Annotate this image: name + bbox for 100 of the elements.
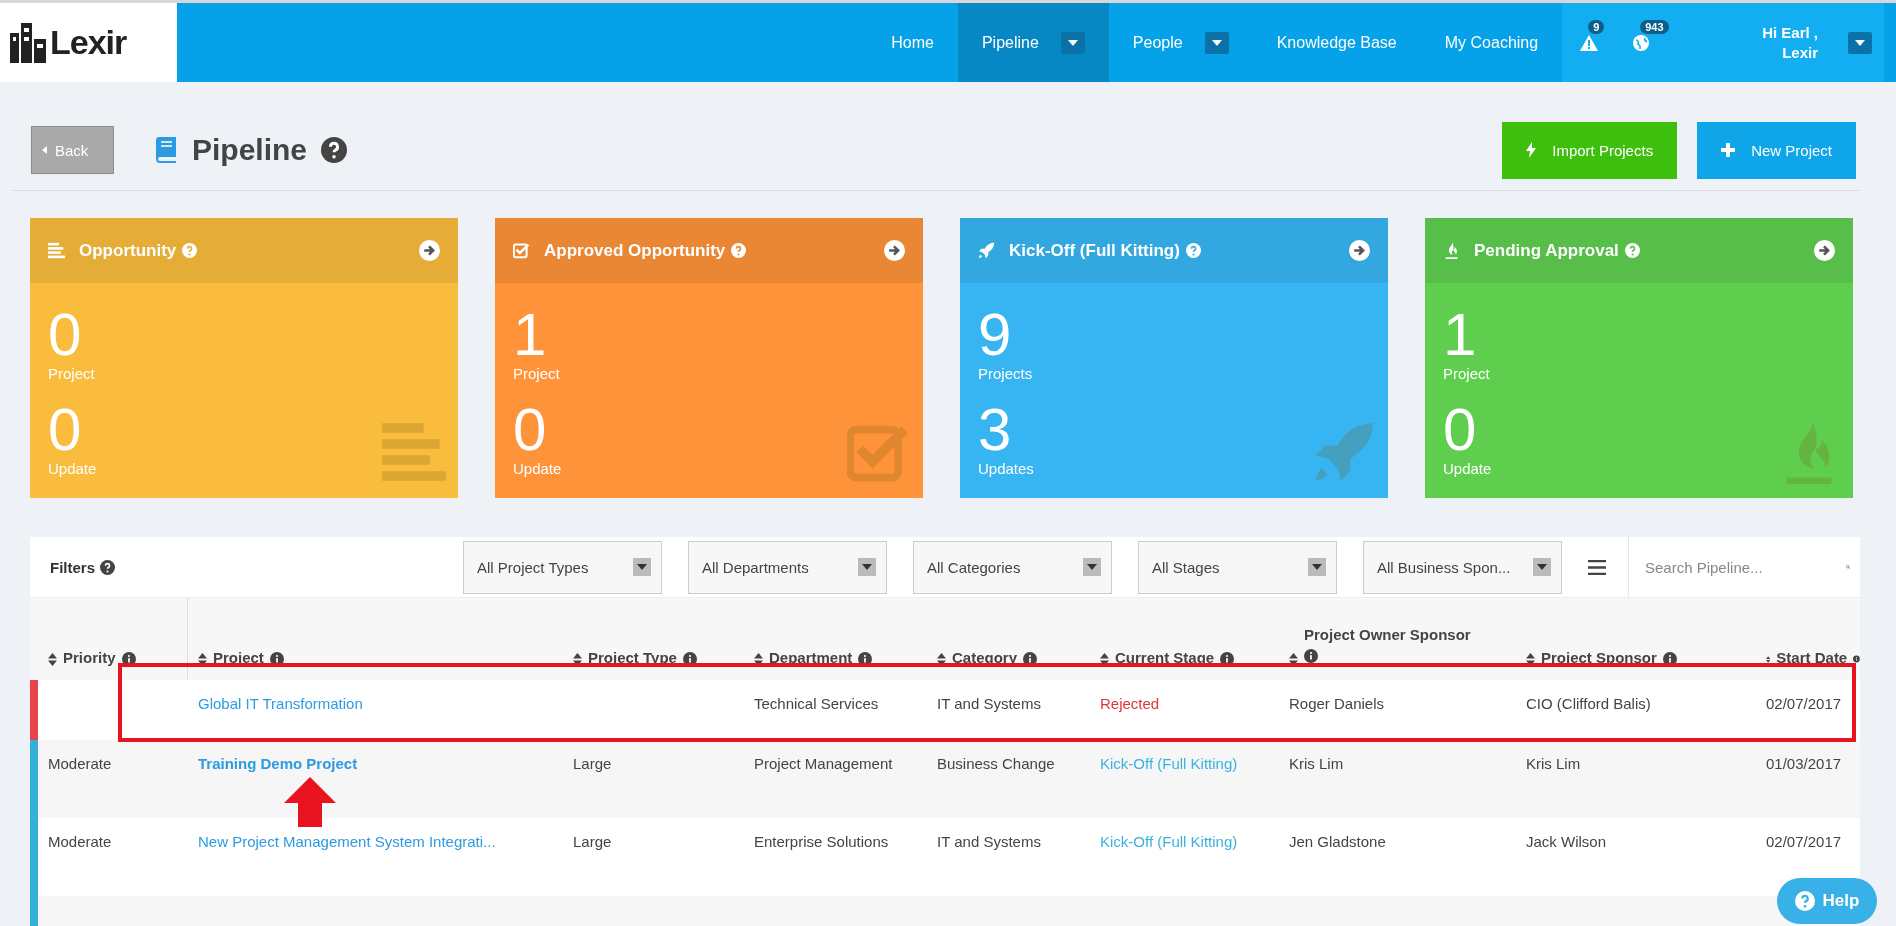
filter-dropdown[interactable]: All Project Types: [463, 540, 662, 594]
count-label: Update: [1443, 460, 1492, 477]
stage-text: Kick-Off (Full Kitting): [1100, 755, 1238, 772]
table-cell: Large: [573, 755, 612, 772]
info-icon: [1304, 649, 1318, 663]
filter-dropdown[interactable]: All Business Spon...: [1363, 540, 1562, 594]
table-cell: Moderate: [48, 755, 112, 772]
flame-icon: [1443, 242, 1460, 259]
table-cell: IT and Systems: [937, 695, 1041, 712]
checkbox-icon: [513, 242, 530, 259]
table-cell: Jen Gladstone: [1289, 833, 1386, 850]
help-icon[interactable]: [100, 559, 115, 575]
sort-icon[interactable]: [198, 653, 207, 666]
count-label: Project: [1443, 365, 1490, 382]
table-cell: Technical Services: [754, 695, 879, 712]
column-header[interactable]: Start Date: [1776, 649, 1848, 666]
update-count: 0: [48, 400, 82, 460]
filter-dropdown[interactable]: All Stages: [1138, 540, 1337, 594]
arrow-right-icon[interactable]: [419, 240, 440, 261]
caret-icon[interactable]: [858, 558, 876, 576]
card-title: Kick-Off (Full Kitting): [1009, 240, 1180, 261]
update-count: 3: [978, 400, 1012, 460]
count-label: Project: [48, 365, 95, 382]
table-cell: Jack Wilson: [1526, 833, 1607, 850]
sort-icon[interactable]: [1289, 653, 1298, 666]
caret-icon[interactable]: [1083, 558, 1101, 576]
sort-icon[interactable]: [48, 653, 57, 666]
table-row[interactable]: Moderate Training Demo Project Large Project Management Business Change Kick-Off (Full Kitting) Kris Lim Kris Lim 01/03/2017: [30, 740, 1860, 818]
column-header[interactable]: Project Sponsor: [1541, 649, 1657, 666]
logo[interactable]: Lexir: [0, 3, 177, 82]
update-count: 0: [1443, 400, 1477, 460]
annotation-arrow: [284, 777, 336, 827]
buildings-icon: [10, 22, 48, 63]
card-title: Pending Approval: [1474, 240, 1619, 261]
nav-item[interactable]: Pipeline: [957, 3, 1109, 82]
update-count: 0: [513, 400, 547, 460]
table-cell: CIO (Clifford Balis): [1526, 695, 1651, 712]
count-label: Update: [48, 460, 97, 477]
lines-icon: [48, 242, 65, 259]
filter-dropdown[interactable]: All Departments: [688, 540, 887, 594]
sort-icon[interactable]: [573, 653, 582, 666]
column-header[interactable]: Department: [769, 649, 853, 666]
project-count: 1: [1443, 305, 1477, 365]
sort-icon[interactable]: [1526, 653, 1535, 666]
caret-icon[interactable]: [633, 558, 651, 576]
bolt-icon: [1526, 142, 1537, 158]
filters-label: Filters: [50, 558, 95, 576]
arrow-right-icon[interactable]: [1814, 240, 1835, 261]
column-header[interactable]: Project Owner Sponsor: [1304, 626, 1471, 643]
table-cell: 01/03/2017: [1766, 755, 1842, 772]
table-cell: Moderate: [48, 833, 112, 850]
table-cell: Kris Lim: [1526, 755, 1581, 772]
count-badge: 943: [1640, 19, 1669, 34]
table-cell: Project Management: [754, 755, 893, 772]
info-icon: [269, 652, 284, 666]
plus-icon: [1721, 143, 1736, 157]
caret-icon[interactable]: [1308, 558, 1326, 576]
lines-icon: [382, 420, 446, 484]
search-field[interactable]: Search Pipeline...: [1643, 557, 1846, 577]
caret-icon[interactable]: [1204, 31, 1229, 54]
caret-icon[interactable]: [1848, 31, 1872, 54]
page-title: Pipeline: [192, 133, 308, 167]
stage-text: Rejected: [1100, 695, 1160, 712]
count-label: Update: [513, 460, 562, 477]
info-icon: [1662, 652, 1677, 666]
info-icon: [858, 652, 873, 666]
table-cell: 02/07/2017: [1766, 695, 1842, 712]
count-label: Projects: [978, 365, 1033, 382]
logo-text: Lexir: [50, 23, 127, 62]
info-icon: [1220, 652, 1235, 666]
sort-icon[interactable]: [937, 653, 946, 666]
table-cell: 02/07/2017: [1766, 833, 1842, 850]
sort-icon[interactable]: [754, 653, 763, 666]
count-label: Updates: [978, 460, 1034, 477]
table-cell: Kris Lim: [1289, 755, 1344, 772]
project-count: 1: [513, 305, 547, 365]
caret-icon[interactable]: [1533, 558, 1551, 576]
column-header[interactable]: Project: [213, 649, 264, 666]
rocket-icon: [1312, 420, 1376, 484]
table-cell: Business Change: [937, 755, 1055, 772]
table-cell: IT and Systems: [937, 833, 1041, 850]
project-count: 9: [978, 305, 1012, 365]
arrow-right-icon[interactable]: [884, 240, 905, 261]
filter-dropdown[interactable]: All Categories: [913, 540, 1112, 594]
menu-icon[interactable]: [1588, 559, 1606, 575]
card-title: Opportunity: [79, 240, 177, 261]
rocket-icon: [978, 242, 995, 259]
info-icon: [1023, 652, 1038, 666]
book-icon: [154, 137, 178, 163]
sort-icon[interactable]: [1100, 653, 1109, 666]
column-header[interactable]: Priority: [63, 649, 116, 666]
caret-icon[interactable]: [1060, 31, 1085, 54]
table-cell: Large: [573, 833, 612, 850]
card-title: Approved Opportunity: [544, 240, 726, 261]
info-icon: [682, 652, 697, 666]
help-icon[interactable]: [321, 137, 348, 163]
table-cell: Enterprise Solutions: [754, 833, 889, 850]
info-icon: [121, 652, 136, 666]
arrow-right-icon[interactable]: [1349, 240, 1370, 261]
count-label: Project: [513, 365, 560, 382]
